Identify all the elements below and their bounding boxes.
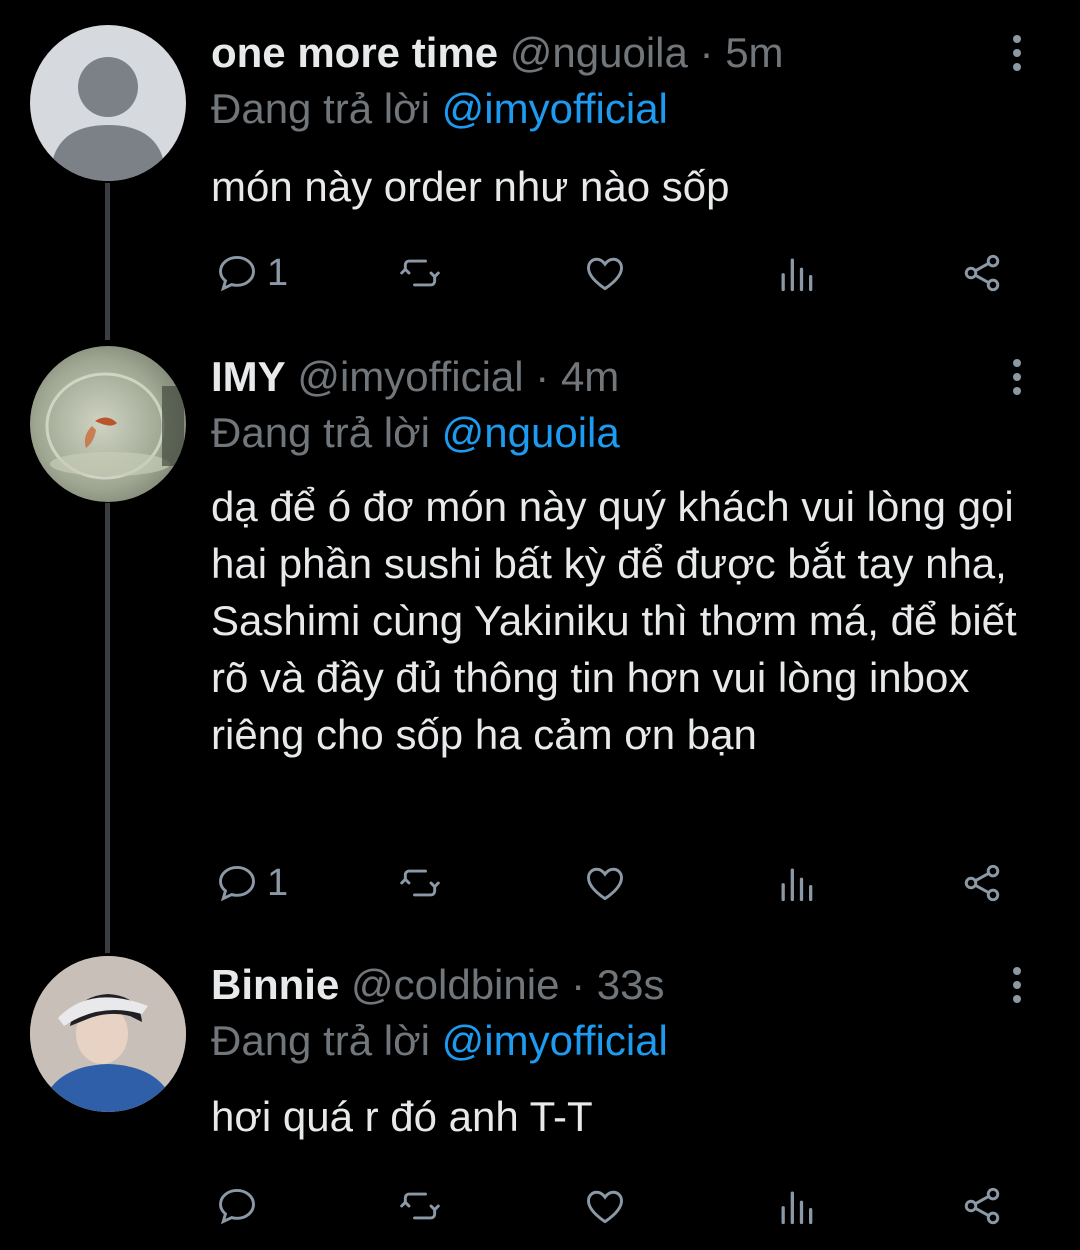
like-button[interactable] <box>583 858 627 908</box>
tweet-header: one more time @nguoila · 5m <box>211 28 784 78</box>
user-handle[interactable]: @imyofficial <box>297 353 523 400</box>
like-button[interactable] <box>583 1181 627 1231</box>
retweet-icon <box>400 259 440 287</box>
separator: · <box>571 961 586 1008</box>
timestamp[interactable]: 5m <box>725 29 783 76</box>
separator: · <box>535 353 550 400</box>
replying-label: Đang trả lời <box>211 85 430 132</box>
share-button[interactable] <box>960 858 1004 908</box>
reply-button[interactable] <box>215 1181 259 1231</box>
avatar[interactable] <box>30 346 186 502</box>
retweet-button[interactable] <box>398 858 442 908</box>
action-bar: 1 <box>0 858 1080 908</box>
display-name[interactable]: IMY <box>211 353 286 400</box>
reply-count: 1 <box>267 251 289 294</box>
reply-button[interactable]: 1 <box>215 248 288 298</box>
analytics-icon <box>781 1191 813 1225</box>
replying-to: Đang trả lời @imyofficial <box>211 1016 668 1066</box>
reply-count: 1 <box>267 861 289 904</box>
share-icon <box>964 254 1000 292</box>
timestamp[interactable]: 33s <box>597 961 665 1008</box>
heart-icon <box>587 1190 623 1224</box>
person-avatar-image <box>30 956 186 1112</box>
analytics-button[interactable] <box>774 248 818 298</box>
share-button[interactable] <box>960 248 1004 298</box>
tweet-text: hơi quá r đó anh T-T <box>211 1093 593 1140</box>
tweet-text: dạ để ó đơ món này quý khách vui lòng gọ… <box>211 483 1017 758</box>
action-bar <box>0 1181 1080 1231</box>
replying-handle[interactable]: @imyofficial <box>442 1017 668 1064</box>
heart-icon <box>587 867 623 901</box>
user-handle[interactable]: @nguoila <box>510 29 688 76</box>
heart-icon <box>587 257 623 291</box>
analytics-icon <box>781 868 813 902</box>
retweet-icon <box>400 869 440 897</box>
like-button[interactable] <box>583 248 627 298</box>
reply-icon <box>219 255 255 292</box>
timestamp[interactable]: 4m <box>561 353 619 400</box>
analytics-icon <box>781 258 813 292</box>
user-handle[interactable]: @coldbinie <box>351 961 559 1008</box>
replying-handle[interactable]: @imyofficial <box>442 85 668 132</box>
display-name[interactable]: one more time <box>211 29 498 76</box>
more-options-icon[interactable] <box>995 960 1039 1010</box>
analytics-button[interactable] <box>774 858 818 908</box>
reply-button[interactable]: 1 <box>215 858 288 908</box>
more-options-icon[interactable] <box>995 352 1039 402</box>
tweet-text: món này order như nào sốp <box>211 163 730 210</box>
tweet-header: IMY @imyofficial · 4m <box>211 352 619 402</box>
retweet-button[interactable] <box>398 248 442 298</box>
more-options-icon[interactable] <box>995 28 1039 78</box>
action-bar: 1 <box>0 248 1080 298</box>
share-icon <box>964 864 1000 902</box>
replying-label: Đang trả lời <box>211 1017 430 1064</box>
tweet-header: Binnie @coldbinie · 33s <box>211 960 665 1010</box>
retweet-button[interactable] <box>398 1181 442 1231</box>
reply-icon <box>219 865 255 902</box>
replying-to: Đang trả lời @imyofficial <box>211 84 668 134</box>
reply-icon <box>219 1188 255 1225</box>
share-button[interactable] <box>960 1181 1004 1231</box>
fishbowl-avatar-image <box>45 372 184 480</box>
display-name[interactable]: Binnie <box>211 961 339 1008</box>
avatar[interactable] <box>30 25 186 181</box>
separator: · <box>699 29 714 76</box>
retweet-icon <box>400 1192 440 1220</box>
share-icon <box>964 1187 1000 1225</box>
replying-label: Đang trả lời <box>211 409 430 456</box>
avatar[interactable] <box>30 956 186 1112</box>
analytics-button[interactable] <box>774 1181 818 1231</box>
default-avatar-icon <box>50 57 166 181</box>
replying-to: Đang trả lời @nguoila <box>211 408 620 458</box>
replying-handle[interactable]: @nguoila <box>442 409 620 456</box>
